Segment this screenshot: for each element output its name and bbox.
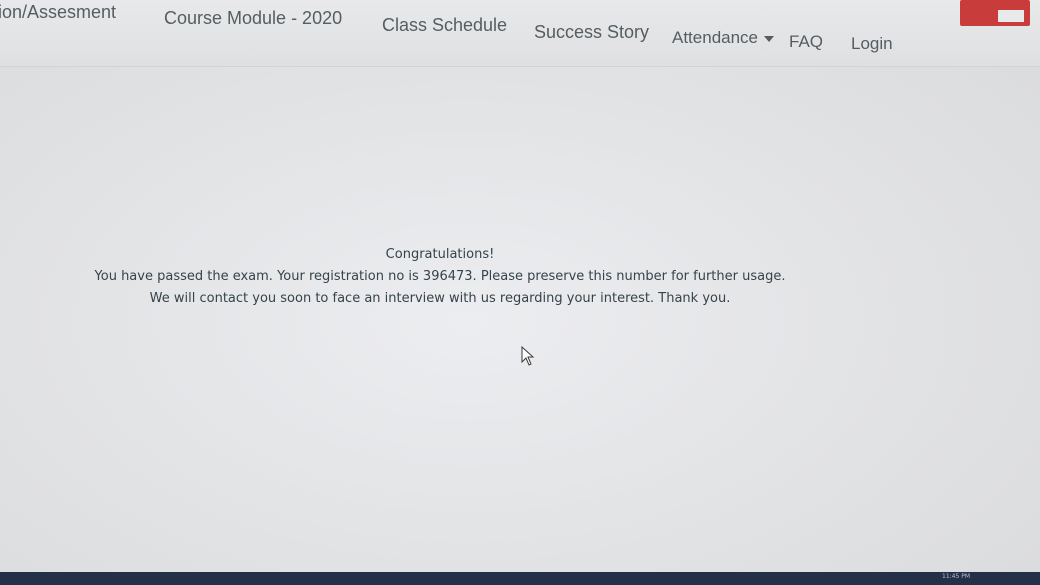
- taskbar: 11:45 PM: [0, 572, 1040, 585]
- nav-item-login[interactable]: Login: [851, 34, 893, 54]
- mouse-pointer-icon: [521, 346, 535, 366]
- chevron-down-icon: [764, 35, 775, 42]
- taskbar-clock: 11:45 PM: [942, 573, 970, 580]
- site-logo: [960, 0, 1030, 26]
- nav-item-class-schedule[interactable]: Class Schedule: [382, 15, 507, 36]
- message-contact-line: We will contact you soon to face an inte…: [149, 291, 731, 306]
- nav-item-attendance[interactable]: Attendance: [672, 28, 775, 48]
- message-title: Congratulations!: [385, 247, 495, 262]
- top-navbar: ion/Assesment Course Module - 2020 Class…: [0, 0, 1040, 67]
- exam-result-message: Congratulations! You have passed the exa…: [0, 244, 880, 310]
- nav-item-attendance-label: Attendance: [672, 28, 759, 47]
- nav-item-success-story[interactable]: Success Story: [534, 22, 649, 43]
- nav-item-faq[interactable]: FAQ: [789, 32, 823, 52]
- message-registration-line: You have passed the exam. Your registrat…: [94, 269, 786, 284]
- nav-item-assessment[interactable]: ion/Assesment: [0, 2, 116, 23]
- nav-item-course-module[interactable]: Course Module - 2020: [164, 8, 342, 29]
